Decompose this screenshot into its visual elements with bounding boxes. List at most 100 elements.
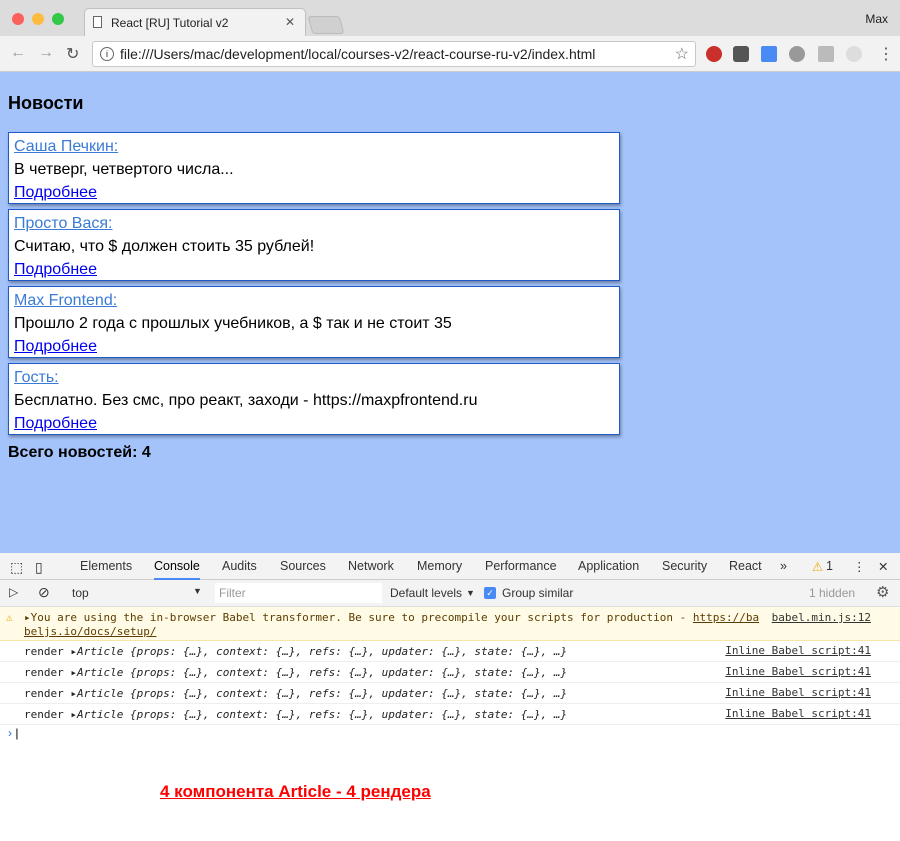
clear-console-icon[interactable]: ⊘ — [38, 584, 50, 601]
close-devtools-icon[interactable]: ✕ — [878, 559, 888, 574]
article: Просто Вася: Считаю, что $ должен стоить … — [8, 209, 620, 281]
article: Max Frontend: Прошло 2 года с прошлых уче… — [8, 286, 620, 358]
tab-audits[interactable]: Audits — [222, 559, 257, 573]
article: Саша Печкин: В четверг, четвертого числа.… — [8, 132, 620, 204]
chevron-down-icon[interactable]: ▼ — [193, 586, 202, 596]
tab-console[interactable]: Console — [154, 559, 200, 580]
profile-name[interactable]: Max — [865, 12, 888, 26]
browser-toolbar: ← → ↻ i file:///Users/mac/development/loc… — [0, 36, 900, 72]
expand-arrow-icon[interactable]: ▸ — [70, 645, 77, 658]
more-tabs-icon[interactable]: » — [780, 559, 787, 573]
article-author[interactable]: Просто Вася: — [14, 212, 614, 235]
log-label: render — [24, 708, 64, 721]
minimize-window-button[interactable] — [32, 13, 44, 25]
console-toolbar: ▷ ⊘ top ▼ Filter Default levels ▼ ✓ Grou… — [0, 580, 900, 607]
expand-arrow-icon[interactable]: ▸ — [70, 708, 77, 721]
back-icon[interactable]: ← — [10, 44, 26, 62]
console-log-row: render ▸Article {props: {…}, context: {…… — [0, 683, 900, 704]
expand-arrow-icon[interactable]: ▸ — [70, 666, 77, 679]
log-source-link[interactable]: Inline Babel script:41 — [725, 665, 871, 678]
tab-sources[interactable]: Sources — [280, 559, 326, 573]
article-text: Бесплатно. Без смс, про реакт, заходи - … — [14, 392, 478, 409]
news-count: Всего новостей: 4 — [8, 444, 151, 461]
article-text: В четверг, четвертого числа... — [14, 161, 234, 178]
info-icon[interactable]: i — [100, 47, 114, 61]
forward-icon[interactable]: → — [38, 44, 54, 62]
settings-gear-icon[interactable]: ⚙ — [876, 583, 889, 601]
group-similar-label: Group similar — [502, 586, 574, 600]
warning-icon[interactable]: ⚠ — [812, 559, 823, 574]
filter-input[interactable]: Filter — [215, 583, 382, 603]
warning-source-link[interactable]: babel.min.js:12 — [772, 611, 871, 625]
page-content: Новости Саша Печкин: В четверг, четвертог… — [0, 72, 900, 553]
pocket-icon[interactable] — [733, 46, 749, 62]
read-more-link[interactable]: Подробнее — [14, 412, 614, 435]
tab-bar: React [RU] Tutorial v2 ✕ Max — [0, 0, 900, 36]
annotation-text: 4 компонента Article - 4 рендера — [160, 782, 431, 801]
tab-react[interactable]: React — [729, 559, 762, 573]
article-author[interactable]: Саша Печкин: — [14, 135, 614, 158]
translate-icon[interactable] — [761, 46, 777, 62]
warning-link[interactable]: https://ba — [693, 611, 759, 624]
reload-icon[interactable]: ↻ — [66, 44, 79, 64]
log-label: render — [24, 645, 64, 658]
extension-icon[interactable] — [789, 46, 805, 62]
read-more-link[interactable]: Подробнее — [14, 335, 614, 358]
page-title: Новости — [8, 93, 84, 113]
devtools-menu-icon[interactable]: ⋮ — [853, 559, 866, 574]
console-log-row: render ▸Article {props: {…}, context: {…… — [0, 662, 900, 683]
log-object[interactable]: Article {props: {…}, context: {…}, refs:… — [77, 708, 567, 721]
device-toolbar-icon[interactable]: ▯ — [35, 559, 43, 576]
tab-security[interactable]: Security — [662, 559, 707, 573]
warning-count[interactable]: 1 — [826, 559, 833, 573]
console-log-row: render ▸Article {props: {…}, context: {…… — [0, 704, 900, 725]
sidebar-toggle-icon[interactable]: ▷ — [9, 585, 18, 599]
log-object[interactable]: Article {props: {…}, context: {…}, refs:… — [77, 666, 567, 679]
log-source-link[interactable]: Inline Babel script:41 — [725, 707, 871, 720]
url-text: file:///Users/mac/development/local/cour… — [120, 46, 596, 62]
read-more-link[interactable]: Подробнее — [14, 181, 614, 204]
devtools-tabs: ⬚ ▯ Elements Console Audits Sources Netw… — [0, 553, 900, 580]
group-similar-checkbox[interactable]: ✓ — [484, 587, 496, 599]
tab-memory[interactable]: Memory — [417, 559, 462, 573]
tab-network[interactable]: Network — [348, 559, 394, 573]
tab-performance[interactable]: Performance — [485, 559, 557, 573]
log-object[interactable]: Article {props: {…}, context: {…}, refs:… — [77, 645, 567, 658]
log-object[interactable]: Article {props: {…}, context: {…}, refs:… — [77, 687, 567, 700]
expand-arrow-icon[interactable]: ▸ — [24, 611, 31, 624]
adblock-icon[interactable] — [706, 46, 722, 62]
tab-application[interactable]: Application — [578, 559, 639, 573]
log-label: render — [24, 666, 64, 679]
levels-dropdown[interactable]: Default levels — [390, 586, 462, 600]
expand-arrow-icon[interactable]: ▸ — [70, 687, 77, 700]
context-select[interactable]: top — [72, 586, 89, 600]
browser-tab[interactable]: React [RU] Tutorial v2 ✕ — [84, 8, 306, 36]
drive-icon[interactable] — [818, 46, 834, 62]
menu-icon[interactable]: ⋮ — [878, 44, 894, 64]
console-log-row: render ▸Article {props: {…}, context: {…… — [0, 641, 900, 662]
address-bar[interactable]: i file:///Users/mac/development/local/cou… — [92, 41, 696, 67]
new-tab-button[interactable] — [307, 16, 345, 34]
devtools-panel: ⬚ ▯ Elements Console Audits Sources Netw… — [0, 553, 900, 841]
log-source-link[interactable]: Inline Babel script:41 — [725, 686, 871, 699]
close-window-button[interactable] — [12, 13, 24, 25]
inspect-icon[interactable]: ⬚ — [10, 559, 23, 576]
tab-title: React [RU] Tutorial v2 — [111, 16, 229, 30]
bookmark-star-icon[interactable]: ☆ — [675, 44, 689, 64]
article-text: Считаю, что $ должен стоить 35 рублей! — [14, 238, 315, 255]
chevron-down-icon: ▼ — [466, 588, 475, 598]
document-icon — [93, 16, 102, 28]
article-author[interactable]: Max Frontend: — [14, 289, 614, 312]
tab-elements[interactable]: Elements — [80, 559, 132, 573]
hidden-count: 1 hidden — [809, 586, 856, 600]
extension-icon-2[interactable] — [846, 46, 862, 62]
log-source-link[interactable]: Inline Babel script:41 — [725, 644, 871, 657]
maximize-window-button[interactable] — [52, 13, 64, 25]
warning-icon: ⚠ — [6, 611, 13, 624]
console-input[interactable]: › | — [8, 726, 18, 740]
close-tab-icon[interactable]: ✕ — [285, 15, 295, 29]
warning-link-continued[interactable]: beljs.io/docs/setup/ — [24, 625, 156, 638]
read-more-link[interactable]: Подробнее — [14, 258, 614, 281]
article: Гость: Бесплатно. Без смс, про реакт, зах… — [8, 363, 620, 435]
article-author[interactable]: Гость: — [14, 366, 614, 389]
